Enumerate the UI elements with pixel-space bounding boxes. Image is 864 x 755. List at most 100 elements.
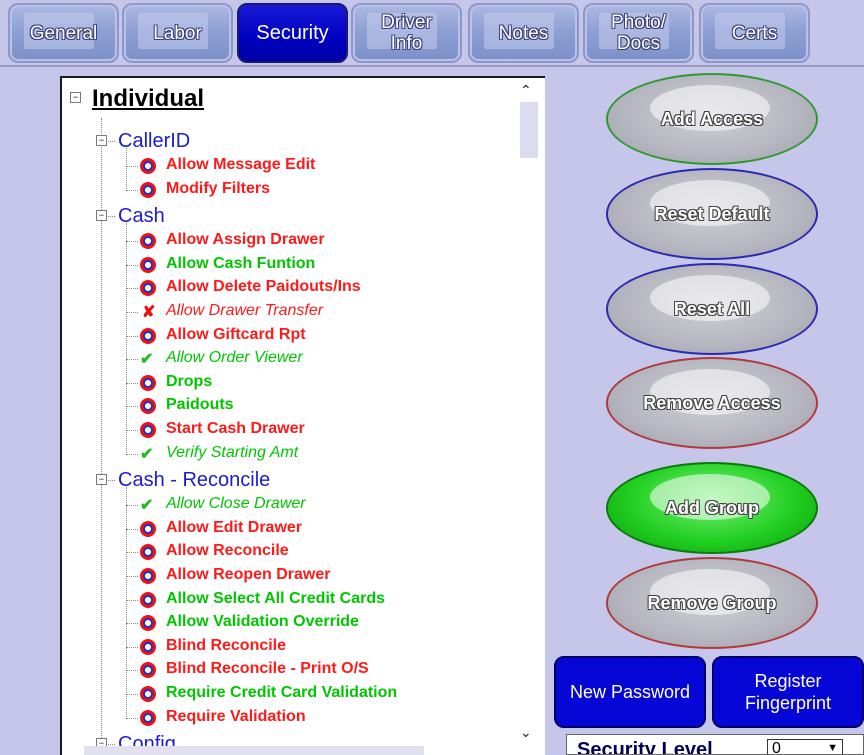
tree-connector [126,646,138,648]
tree-permission-item[interactable]: Verify Starting Amt [166,444,298,462]
security-level-label: Security Level [577,739,713,755]
tree-connector [126,717,138,719]
tree-group-cash-reconcile[interactable]: Cash - Reconcile [118,469,270,492]
security-level-value: 0 [772,740,781,755]
tab-label: Security [256,21,329,44]
add-access-button[interactable]: Add Access [606,73,818,165]
permission-icon [140,233,156,250]
chevron-down-icon[interactable]: ▼ [827,742,838,754]
tree-connector [126,288,138,290]
tree-permission-item[interactable]: Allow Delete Paidouts/Ins [166,278,361,296]
remove-group-button[interactable]: Remove Group [606,557,818,649]
reset-all-button[interactable]: Reset All [606,263,818,355]
tab-general[interactable]: General [8,3,119,63]
tab-photo-docs[interactable]: Photo/ Docs [583,3,694,63]
tree-connector [126,552,138,554]
tree-group-cash[interactable]: Cash [118,205,165,228]
scroll-thumb[interactable] [520,102,538,158]
tree-root-label[interactable]: Individual [92,85,204,113]
permission-icon [140,520,156,537]
tree-connector [126,223,127,456]
add-group-label: Add Group [665,497,759,518]
tree-permission-item[interactable]: Allow Edit Drawer [166,519,302,537]
collapse-icon[interactable]: − [70,92,81,103]
permission-icon [140,256,156,273]
tree-permission-item[interactable]: Allow Giftcard Rpt [166,326,306,344]
permission-icon [140,662,156,679]
tab-label: Photo/ Docs [611,12,666,54]
remove-access-label: Remove Access [643,392,781,413]
tree-permission-item[interactable]: Allow Close Drawer [166,495,306,513]
remove-access-button[interactable]: Remove Access [606,357,818,449]
tab-label: Certs [731,22,778,44]
tree-permission-item[interactable]: Paidouts [166,396,234,414]
tree-permission-item[interactable]: Blind Reconcile - Print O/S [166,660,369,678]
tree-connector [126,166,138,167]
tree-connector [126,264,138,266]
tree-permission-item[interactable]: Allow Reconcile [166,542,289,560]
tree-connector [126,694,138,695]
tree-permission-item[interactable]: Allow Cash Funtion [166,255,315,273]
tab-certs[interactable]: Certs [699,3,810,63]
reset-default-label: Reset Default [654,203,770,224]
panel-divider [0,65,864,67]
permission-icon [140,280,156,297]
tree-connector [126,241,138,243]
tree-permission-item[interactable]: Allow Drawer Transfer [166,302,323,320]
granted-check-icon: ✔ [140,497,154,515]
granted-check-icon: ✔ [140,445,154,463]
tree-permission-item[interactable]: Require Credit Card Validation [166,684,397,702]
tab-label: General [29,22,98,44]
collapse-icon[interactable]: − [96,135,107,146]
tree-group-callerid[interactable]: CallerID [118,130,190,153]
tree-horizontal-scrollbar[interactable] [84,746,424,755]
tab-notes[interactable]: Notes [468,3,579,63]
tab-label: Driver Info [381,12,432,54]
tree-permission-item[interactable]: Allow Order Viewer [166,349,303,367]
permission-icon [140,422,156,438]
security-tree[interactable]: − Individual − CallerID Allow Message Edit Mo… [60,76,545,755]
tree-connector [126,335,138,337]
tree-connector [126,528,138,530]
tab-driver-info[interactable]: Driver Info [351,3,462,63]
tree-connector [126,623,138,625]
tree-permission-item[interactable]: Modify Filters [166,180,270,198]
tree-connector [126,430,138,431]
reset-default-button[interactable]: Reset Default [606,168,818,260]
tree-connector [126,487,127,720]
add-group-button[interactable]: Add Group [606,462,818,554]
granted-check-icon: ✔ [140,351,154,369]
tree-connector [126,312,138,313]
tab-label: Labor [153,22,202,44]
permission-icon [140,374,156,391]
tree-permission-item[interactable]: Allow Reopen Drawer [166,566,330,584]
security-level-select[interactable]: 0 ▼ [767,739,843,755]
tab-labor[interactable]: Labor [122,3,233,63]
tree-permission-item[interactable]: Start Cash Drawer [166,420,305,438]
tree-permission-item[interactable]: Allow Validation Override [166,613,359,631]
permission-icon [140,568,156,584]
permission-icon [140,544,156,561]
tree-vertical-scrollbar[interactable]: ⌃ ⌄ [516,78,544,746]
new-password-button[interactable]: New Password [554,656,706,728]
tree-permission-item[interactable]: Require Validation [166,708,306,726]
security-level-panel: Security Level 0 ▼ [566,734,864,755]
scroll-down-icon[interactable]: ⌄ [520,724,532,741]
register-fingerprint-button[interactable]: Register Fingerprint [712,656,864,728]
tree-permission-item[interactable]: Drops [166,373,212,391]
tree-permission-item[interactable]: Allow Message Edit [166,156,315,174]
tree-permission-item[interactable]: Blind Reconcile [166,637,286,655]
tab-security[interactable]: Security [237,3,348,63]
tree-connector [126,576,138,577]
permission-icon [140,591,156,608]
collapse-icon[interactable]: − [96,210,107,222]
tree-connector [126,670,138,672]
scroll-up-icon[interactable]: ⌃ [520,82,532,99]
tree-connector [126,189,138,191]
tree-connector [126,359,138,361]
tree-connector [126,505,138,507]
tree-connector [126,599,138,601]
tree-permission-item[interactable]: Allow Assign Drawer [166,231,325,249]
collapse-icon[interactable]: − [96,474,107,486]
tree-permission-item[interactable]: Allow Select All Credit Cards [166,590,385,608]
